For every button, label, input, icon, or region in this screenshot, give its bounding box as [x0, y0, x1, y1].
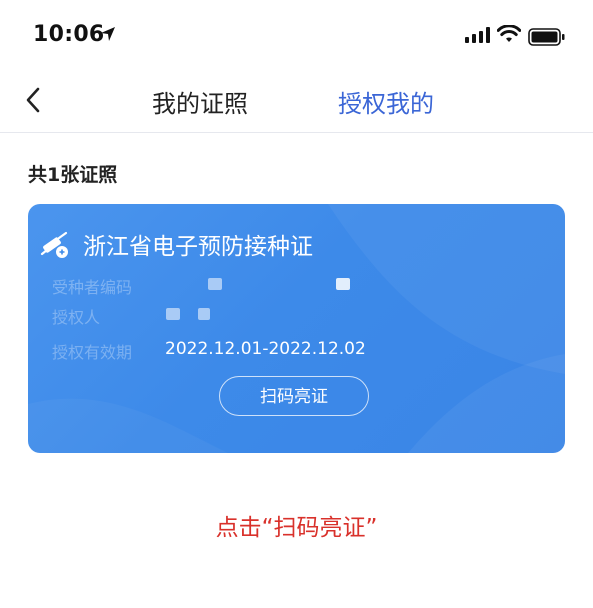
redacted-authorizer: [166, 308, 180, 320]
validity-value: 2022.12.01-2022.12.02: [165, 339, 366, 359]
tab-my-certificates[interactable]: 我的证照: [152, 84, 248, 119]
status-time: 10:06: [33, 22, 105, 47]
redacted-recipient-code: [208, 278, 222, 290]
location-arrow-icon: [101, 27, 115, 41]
validity-label: 授权有效期: [52, 343, 133, 362]
redacted-recipient-code-end: [336, 278, 350, 290]
battery-icon: [528, 28, 565, 46]
scan-code-show-certificate-button[interactable]: 扫码亮证: [219, 376, 369, 416]
recipient-code-label: 受种者编码: [52, 278, 133, 297]
signal-icon: [465, 27, 490, 43]
card-title: 浙江省电子预防接种证: [83, 234, 313, 260]
chevron-left-icon[interactable]: [24, 86, 42, 114]
redacted-authorizer-2: [198, 308, 210, 320]
syringe-icon: [40, 231, 68, 258]
certificate-card[interactable]: 浙江省电子预防接种证 受种者编码 授权人 授权有效期 2022.12.01-20…: [28, 204, 565, 453]
tab-authorized-to-me[interactable]: 授权我的: [338, 84, 434, 119]
instruction-hint: 点击“扫码亮证”: [215, 515, 378, 541]
certificate-count: 共1张证照: [28, 164, 118, 186]
status-bar: 10:06: [0, 0, 593, 70]
nav-bar: 我的证照 授权我的: [0, 70, 593, 133]
authorizer-label: 授权人: [52, 308, 101, 327]
wifi-icon: [497, 25, 521, 42]
